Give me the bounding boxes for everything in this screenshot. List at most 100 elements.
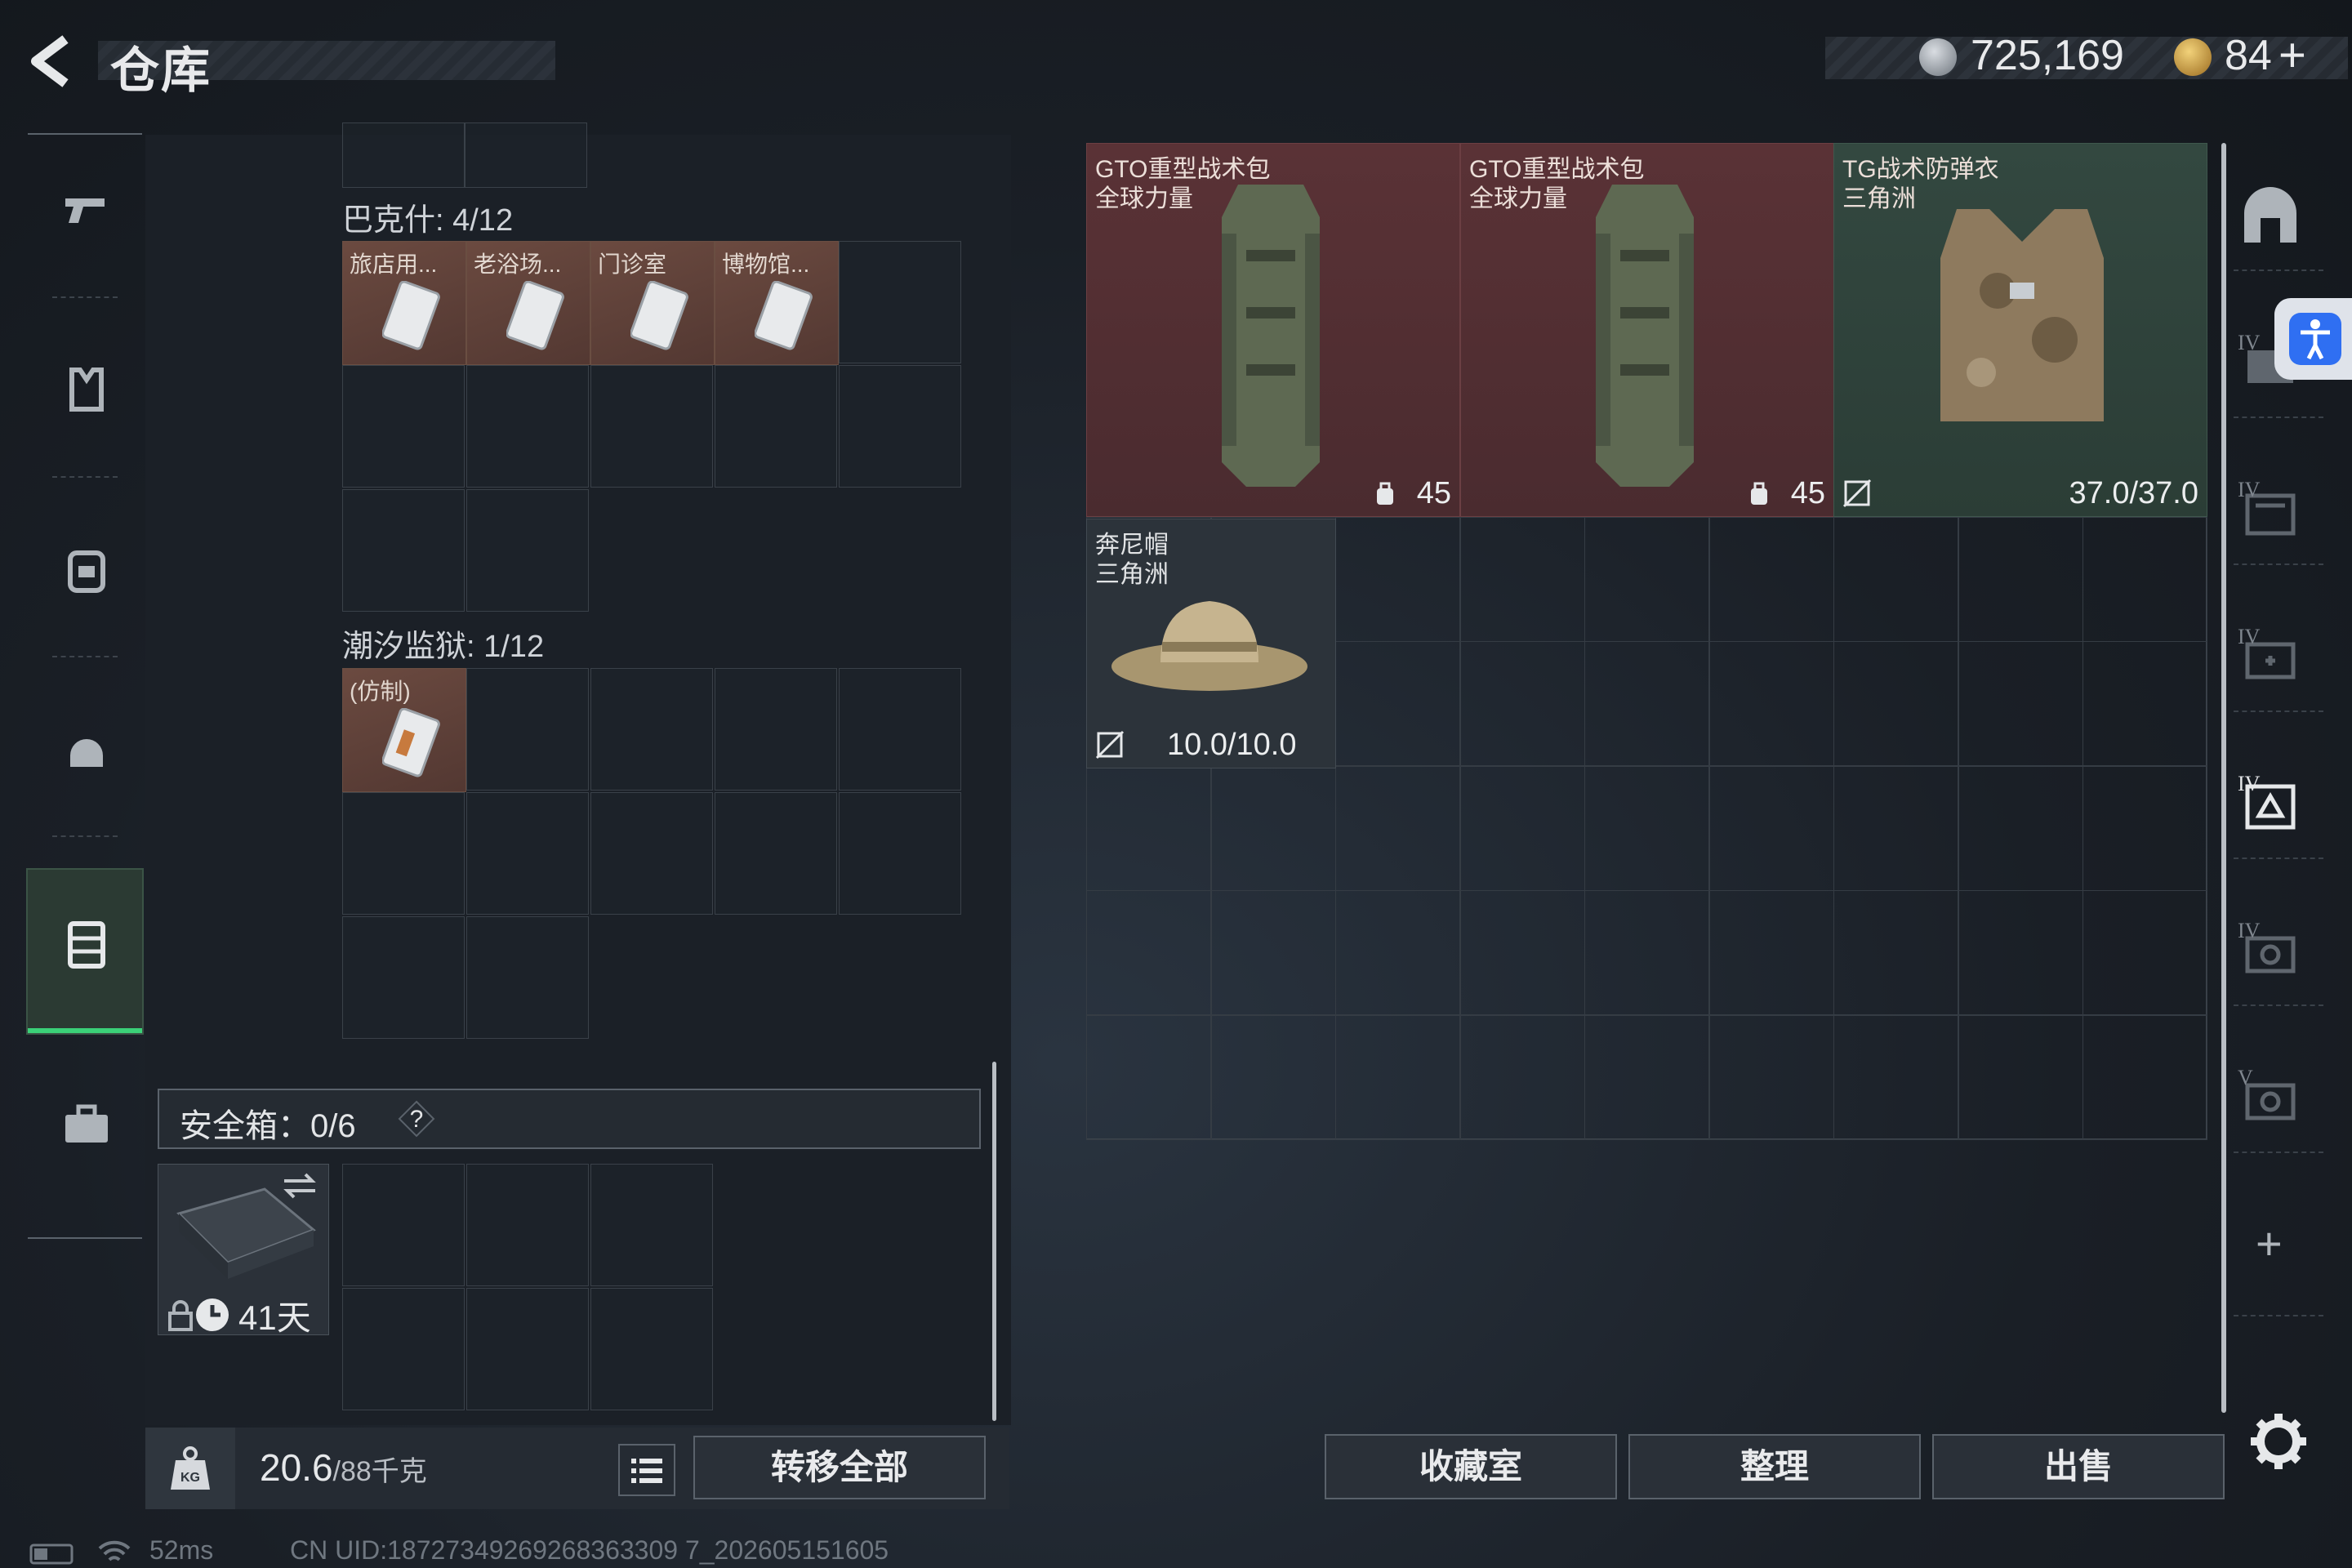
stash-grid-cell[interactable] [1708,890,1834,1015]
stash-grid-cell[interactable] [1086,1014,1211,1140]
grid-cell[interactable] [839,241,961,363]
rail-item-vest[interactable] [28,314,142,478]
grid-cell[interactable] [342,1164,465,1286]
stash-grid-cell[interactable] [1335,765,1460,891]
settings-button[interactable] [2246,1409,2311,1474]
grid-cell[interactable] [466,916,589,1039]
stash-grid-cell[interactable] [1584,641,1709,766]
stash-grid-cell[interactable] [1335,516,1460,642]
stash-grid-cell[interactable] [1459,1014,1585,1140]
stash-grid-cell[interactable] [1086,765,1211,891]
stash-grid-cell[interactable] [2082,890,2207,1015]
grid-cell[interactable] [466,365,589,488]
stash-grid-cell[interactable] [1833,890,1958,1015]
grid-cell[interactable] [715,792,837,915]
stash-page-5-active[interactable]: IV [2238,772,2311,845]
rail-item-helmet[interactable] [28,674,142,837]
stash-grid-cell[interactable] [1584,765,1709,891]
stash-item-armor[interactable]: TG战术防弹衣 三角洲 37.0/37.0 [1833,143,2207,517]
grid-cell[interactable] [342,916,465,1039]
stash-item-backpack-1[interactable]: GTO重型战术包 全球力量 45 [1086,143,1460,517]
stash-grid-cell[interactable] [1833,641,1958,766]
stash-grid-cell[interactable] [1459,516,1585,642]
stash-grid-cell[interactable] [1086,890,1211,1015]
grid-cell[interactable] [590,1288,713,1410]
rail-item-container[interactable] [26,868,144,1035]
rail-item-backpack[interactable] [28,494,142,657]
stash-grid-cell[interactable] [1708,641,1834,766]
transfer-all-button[interactable]: 转移全部 [693,1436,986,1499]
stash-grid-cell[interactable] [1958,765,2083,891]
stash-page-home[interactable] [2238,184,2311,257]
add-stash-page-button[interactable]: + [2256,1217,2283,1270]
stash-page-6[interactable]: IV [2238,919,2311,992]
grid-cell[interactable] [465,122,587,188]
stash-grid-cell[interactable] [1833,765,1958,891]
rail-item-case[interactable] [28,1049,142,1213]
stash-page-4[interactable]: IV [2238,625,2311,698]
grid-cell[interactable] [342,365,465,488]
help-icon[interactable]: ? [396,1098,437,1139]
stash-grid-cell[interactable] [1584,516,1709,642]
stash-grid-cell[interactable] [2082,516,2207,642]
stash-grid-cell[interactable] [1335,641,1460,766]
grid-cell[interactable] [839,792,961,915]
stash-grid-cell[interactable] [1958,641,2083,766]
grid-cell[interactable] [342,489,465,612]
stash-grid-cell[interactable] [1584,890,1709,1015]
container-item[interactable]: 博物馆... [715,241,839,365]
grid-cell[interactable] [342,792,465,915]
stash-item-hat[interactable]: 奔尼帽 三角洲 10.0/10.0 [1086,519,1336,768]
grid-cell[interactable] [590,1164,713,1286]
grid-cell[interactable] [342,122,465,188]
grid-cell[interactable] [466,792,589,915]
sell-button[interactable]: 出售 [1932,1434,2225,1499]
stash-item-backpack-2[interactable]: GTO重型战术包 全球力量 45 [1460,143,1834,517]
accessibility-button[interactable] [2274,298,2352,380]
stash-grid-cell[interactable] [1210,1014,1336,1140]
stash-grid-cell[interactable] [1335,890,1460,1015]
grid-cell[interactable] [466,489,589,612]
stash-grid-cell[interactable] [1584,1014,1709,1140]
container-item[interactable]: 老浴场... [466,241,590,365]
list-view-button[interactable] [618,1444,675,1496]
stash-grid-cell[interactable] [1708,516,1834,642]
stash-grid-cell[interactable] [1335,1014,1460,1140]
stash-grid-cell[interactable] [1459,890,1585,1015]
back-button[interactable] [24,33,90,90]
stash-grid-cell[interactable] [1210,765,1336,891]
stash-page-3[interactable]: IV [2238,478,2311,551]
grid-cell[interactable] [839,668,961,791]
stash-grid-cell[interactable] [1833,516,1958,642]
grid-cell[interactable] [715,668,837,791]
stash-grid-cell[interactable] [2082,765,2207,891]
stash-grid-cell[interactable] [2082,641,2207,766]
stash-grid-cell[interactable] [2082,1014,2207,1140]
grid-cell[interactable] [590,792,713,915]
stash-grid-cell[interactable] [1958,890,2083,1015]
container-item[interactable]: 门诊室 [590,241,715,365]
stash-scrollbar[interactable] [2221,143,2226,1413]
grid-cell[interactable] [466,668,589,791]
grid-cell[interactable] [715,365,837,488]
grid-cell[interactable] [590,365,713,488]
container-item[interactable]: (仿制) [342,668,466,792]
stash-page-7[interactable]: V [2238,1066,2311,1139]
container-item[interactable]: 旅店用... [342,241,466,365]
add-currency-button[interactable]: + [2278,28,2306,82]
stash-grid-cell[interactable] [1833,1014,1958,1140]
grid-cell[interactable] [590,668,713,791]
stash-grid-cell[interactable] [1210,890,1336,1015]
stash-grid-cell[interactable] [1708,765,1834,891]
stash-grid-cell[interactable] [1708,1014,1834,1140]
stash-grid-cell[interactable] [1958,516,2083,642]
grid-cell[interactable] [466,1288,589,1410]
rail-item-weapon[interactable] [28,135,142,298]
grid-cell[interactable] [342,1288,465,1410]
grid-cell[interactable] [839,365,961,488]
collection-room-button[interactable]: 收藏室 [1325,1434,1617,1499]
sort-button[interactable]: 整理 [1628,1434,1921,1499]
grid-cell[interactable] [466,1164,589,1286]
stash-grid-cell[interactable] [1459,641,1585,766]
stash-grid-cell[interactable] [1958,1014,2083,1140]
